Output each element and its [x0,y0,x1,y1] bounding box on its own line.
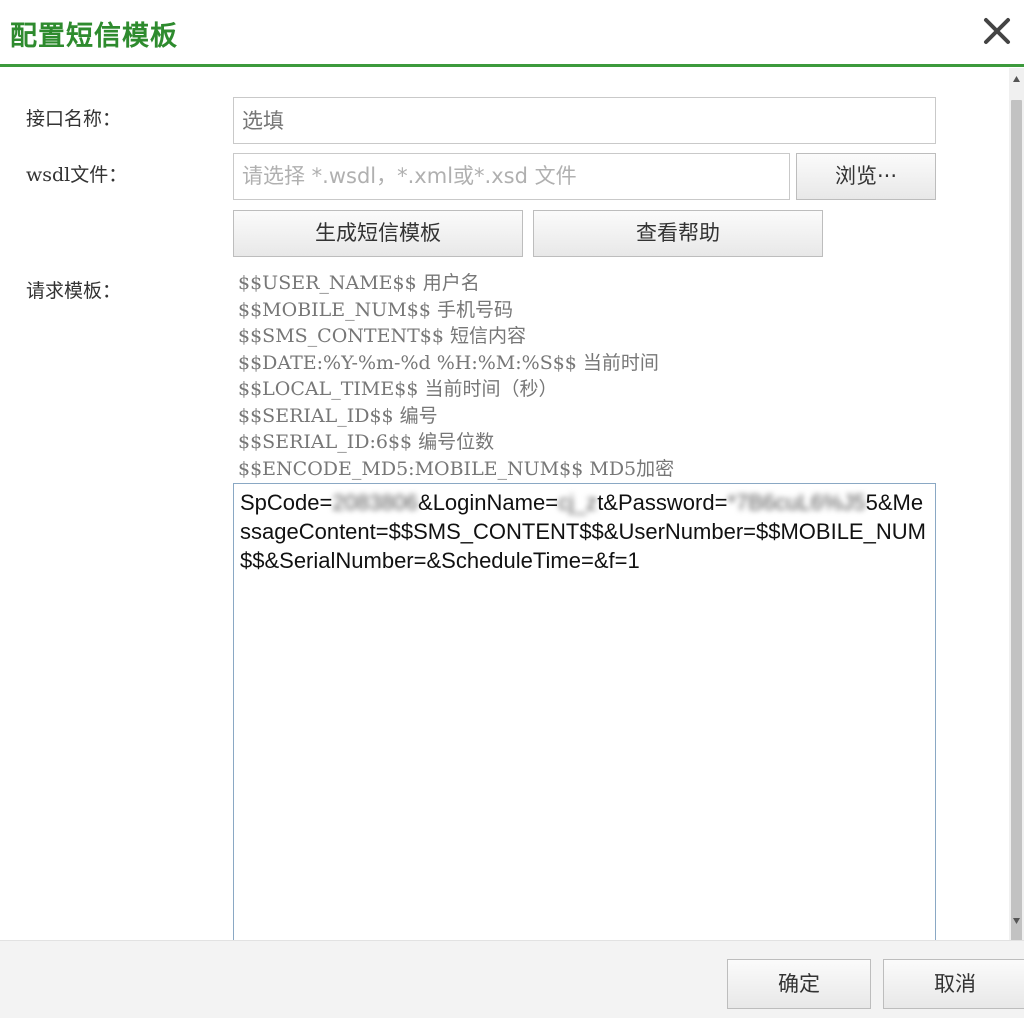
view-help-button[interactable]: 查看帮助 [533,210,823,257]
wsdl-file-input[interactable]: 请选择 *.wsdl，*.xml或*.xsd 文件 [233,153,790,200]
redacted-value: 2083806 [332,490,419,515]
template-text: &LoginName= [418,490,559,515]
variable-hint: $$MOBILE_NUM$$ 手机号码 [238,298,513,321]
dialog-titlebar: 配置短信模板 [0,0,1024,64]
ok-button[interactable]: 确定 [727,959,871,1009]
variable-hint: $$DATE:%Y-%m-%d %H:%M:%S$$ 当前时间 [238,351,659,374]
template-variable-list: $$USER_NAME$$ 用户名 $$MOBILE_NUM$$ 手机号码 $$… [238,270,674,482]
interface-name-input[interactable] [233,97,936,144]
interface-name-label: 接口名称： [26,108,122,130]
close-icon[interactable] [980,14,1014,48]
redacted-value: cj_z [558,490,598,515]
variable-hint: $$LOCAL_TIME$$ 当前时间（秒） [238,378,558,400]
vertical-scrollbar[interactable] [1009,68,1024,970]
wsdl-file-label: wsdl文件： [26,164,128,186]
template-text: t&Password= [597,490,728,515]
generate-template-button[interactable]: 生成短信模板 [233,210,523,257]
cancel-button[interactable]: 取消 [883,959,1024,1009]
dialog-title: 配置短信模板 [10,21,178,52]
browse-button[interactable]: 浏览··· [796,153,936,200]
variable-hint: $$SMS_CONTENT$$ 短信内容 [238,325,526,347]
request-template-textarea[interactable]: SpCode=2083806&LoginName=cj_zt&Password=… [233,483,936,953]
scroll-up-arrow-icon[interactable] [1009,72,1024,86]
variable-hint: $$USER_NAME$$ 用户名 [238,272,480,294]
redacted-value: *7B6cuL6%J5 [727,490,866,515]
request-template-label: 请求模板： [26,280,122,302]
scroll-down-arrow-icon[interactable] [1009,913,1024,927]
variable-hint: $$SERIAL_ID$$ 编号 [238,404,438,427]
template-text: SpCode= [240,490,333,515]
variable-hint: $$SERIAL_ID:6$$ 编号位数 [238,431,495,453]
variable-hint: $$ENCODE_MD5:MOBILE_NUM$$ MD5加密 [238,457,675,480]
dialog-footer: 确定 取消 [0,940,1024,1018]
title-divider [0,64,1024,67]
scroll-thumb[interactable] [1011,100,1022,970]
